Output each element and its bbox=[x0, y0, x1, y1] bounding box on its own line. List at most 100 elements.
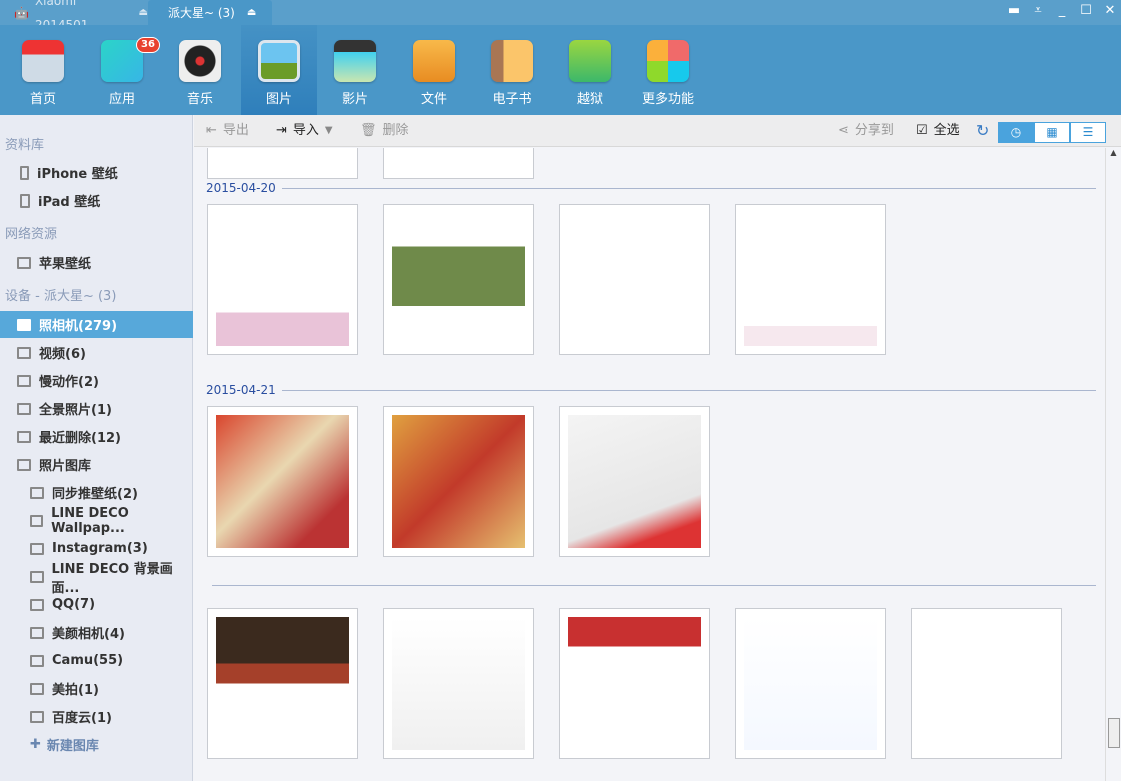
sidebar-album[interactable]: 美拍(1) bbox=[0, 675, 193, 702]
refresh-icon[interactable]: ↻ bbox=[976, 115, 989, 147]
album-icon bbox=[30, 542, 44, 555]
photo-thumbnail[interactable] bbox=[383, 204, 534, 355]
select-all-button[interactable]: ☑ 全选 bbox=[916, 115, 960, 147]
scrollbar[interactable]: ▲ bbox=[1105, 148, 1121, 781]
photo-image bbox=[568, 617, 701, 750]
photo-icon bbox=[258, 40, 300, 82]
sidebar-item-iphone-wallpaper[interactable]: iPhone 壁纸 bbox=[0, 159, 193, 186]
section-device: 设备 - 派大星~ (3) bbox=[5, 289, 117, 304]
sidebar-item-slomo[interactable]: 慢动作(2) bbox=[0, 367, 193, 394]
tool-apps[interactable]: 36 应用 bbox=[84, 25, 160, 115]
action-bar: ⇤ 导出 ⇥ 导入 ▼ 🗑 删除 ⋖ 分享到 ☑ 全选 ↻ ◷ ▦ ☰ bbox=[194, 115, 1121, 147]
sidebar-item-apple-wallpaper[interactable]: 苹果壁纸 bbox=[0, 249, 193, 276]
album-icon bbox=[30, 710, 44, 723]
new-album-button[interactable]: ✚ 新建图库 bbox=[0, 731, 193, 758]
chevron-down-icon[interactable]: ▼ bbox=[325, 115, 333, 147]
album-icon bbox=[30, 570, 44, 583]
grid-icon bbox=[647, 40, 689, 82]
photo-thumbnail[interactable] bbox=[207, 148, 358, 179]
eject-icon[interactable]: ⏏ bbox=[247, 1, 256, 25]
sidebar-album[interactable]: QQ(7) bbox=[0, 591, 193, 618]
photo-image bbox=[744, 213, 877, 346]
album-icon bbox=[30, 598, 44, 611]
tool-home[interactable]: 首页 bbox=[5, 25, 81, 115]
export-button[interactable]: ⇤ 导出 bbox=[206, 115, 249, 147]
tool-files[interactable]: 文件 bbox=[396, 25, 472, 115]
album-icon bbox=[17, 430, 31, 443]
sidebar-album[interactable]: LINE DECO 背景画面... bbox=[0, 562, 193, 596]
sidebar-item-panorama[interactable]: 全景照片(1) bbox=[0, 395, 193, 422]
sidebar-item-ipad-wallpaper[interactable]: iPad 壁纸 bbox=[0, 187, 193, 214]
sidebar-item-photo-library[interactable]: 照片图库 bbox=[0, 451, 193, 478]
photo-thumbnail[interactable] bbox=[207, 204, 358, 355]
tool-videos[interactable]: 影片 bbox=[317, 25, 393, 115]
image-icon bbox=[17, 256, 31, 269]
photo-image bbox=[392, 617, 525, 750]
title-bar: 🤖Xiaomi 2014501⏏ 派大星~ (3)⏏ ▬ ⩡ _ ☐ ✕ bbox=[0, 0, 1121, 32]
tool-photos[interactable]: 图片 bbox=[241, 25, 317, 115]
feedback-icon[interactable]: ▬ bbox=[1002, 0, 1026, 25]
tool-ebooks[interactable]: 电子书 bbox=[474, 25, 550, 115]
photo-image bbox=[216, 617, 349, 750]
photo-thumbnail[interactable] bbox=[383, 406, 534, 557]
photo-image bbox=[920, 617, 1053, 750]
photo-thumbnail[interactable] bbox=[911, 608, 1062, 759]
phone-icon bbox=[20, 165, 29, 180]
photo-thumbnail[interactable] bbox=[735, 608, 886, 759]
view-timeline-button[interactable]: ◷ bbox=[998, 122, 1034, 143]
album-icon bbox=[30, 682, 44, 695]
clock-icon: ◷ bbox=[1010, 125, 1022, 139]
view-list-button[interactable]: ☰ bbox=[1070, 122, 1106, 143]
photo-thumbnail[interactable] bbox=[207, 608, 358, 759]
video-icon bbox=[17, 346, 31, 359]
share-button[interactable]: ⋖ 分享到 bbox=[838, 115, 894, 147]
close-button[interactable]: ✕ bbox=[1098, 0, 1121, 25]
sidebar-item-camera[interactable]: 照相机(279) bbox=[0, 311, 193, 338]
sidebar-album[interactable]: LINE DECO Wallpap... bbox=[0, 506, 193, 536]
photo-thumbnail[interactable] bbox=[735, 204, 886, 355]
device-tab-xiaomi[interactable]: 🤖Xiaomi 2014501⏏ bbox=[0, 0, 148, 32]
maximize-button[interactable]: ☐ bbox=[1074, 0, 1098, 25]
eject-icon[interactable]: ⏏ bbox=[139, 1, 148, 25]
photo-thumbnail[interactable] bbox=[559, 608, 710, 759]
sidebar-album[interactable]: 同步推壁纸(2) bbox=[0, 479, 193, 506]
sidebar-item-recently-deleted[interactable]: 最近删除(12) bbox=[0, 423, 193, 450]
scroll-up-icon[interactable]: ▲ bbox=[1106, 148, 1121, 157]
photo-grid: 2015-04-20 2015-04-21 bbox=[194, 148, 1105, 781]
scrollbar-thumb[interactable] bbox=[1108, 718, 1120, 748]
album-icon bbox=[17, 402, 31, 415]
menu-down-icon[interactable]: ⩡ bbox=[1026, 0, 1050, 25]
photo-thumbnail[interactable] bbox=[383, 608, 534, 759]
photo-image bbox=[568, 213, 701, 346]
clapper-icon bbox=[334, 40, 376, 82]
album-icon bbox=[30, 626, 44, 639]
checkbox-icon[interactable]: ☑ bbox=[916, 115, 928, 147]
sidebar: 资料库 iPhone 壁纸 iPad 壁纸 网络资源 苹果壁纸 设备 - 派大星… bbox=[0, 115, 193, 781]
photo-thumbnail[interactable] bbox=[559, 204, 710, 355]
tablet-icon bbox=[20, 193, 30, 208]
share-icon: ⋖ bbox=[838, 123, 849, 138]
plus-icon: ✚ bbox=[30, 737, 41, 752]
sidebar-album[interactable]: 美颜相机(4) bbox=[0, 619, 193, 646]
view-grid-button[interactable]: ▦ bbox=[1034, 122, 1070, 143]
photo-thumbnail[interactable] bbox=[207, 406, 358, 557]
vinyl-icon bbox=[179, 40, 221, 82]
tool-jailbreak[interactable]: 越狱 bbox=[552, 25, 628, 115]
sidebar-item-videos[interactable]: 视频(6) bbox=[0, 339, 193, 366]
sidebar-album[interactable]: Camu(55) bbox=[0, 647, 193, 674]
delete-button[interactable]: 🗑 删除 bbox=[360, 115, 409, 147]
tool-more[interactable]: 更多功能 bbox=[630, 25, 706, 115]
photo-image bbox=[392, 415, 525, 548]
trash-icon: 🗑 bbox=[360, 123, 377, 138]
photo-thumbnail[interactable] bbox=[559, 406, 710, 557]
envelope-icon bbox=[413, 40, 455, 82]
photo-thumbnail[interactable] bbox=[383, 148, 534, 179]
tool-music[interactable]: 音乐 bbox=[162, 25, 238, 115]
minimize-button[interactable]: _ bbox=[1050, 0, 1074, 25]
sidebar-album[interactable]: 百度云(1) bbox=[0, 703, 193, 730]
list-icon: ☰ bbox=[1082, 125, 1094, 139]
device-tab-iphone[interactable]: 派大星~ (3) ⏏ bbox=[148, 0, 272, 25]
date-group-header: 2015-04-21 bbox=[206, 383, 1096, 397]
import-button[interactable]: ⇥ 导入 ▼ bbox=[276, 115, 333, 147]
camera-icon bbox=[17, 318, 31, 331]
